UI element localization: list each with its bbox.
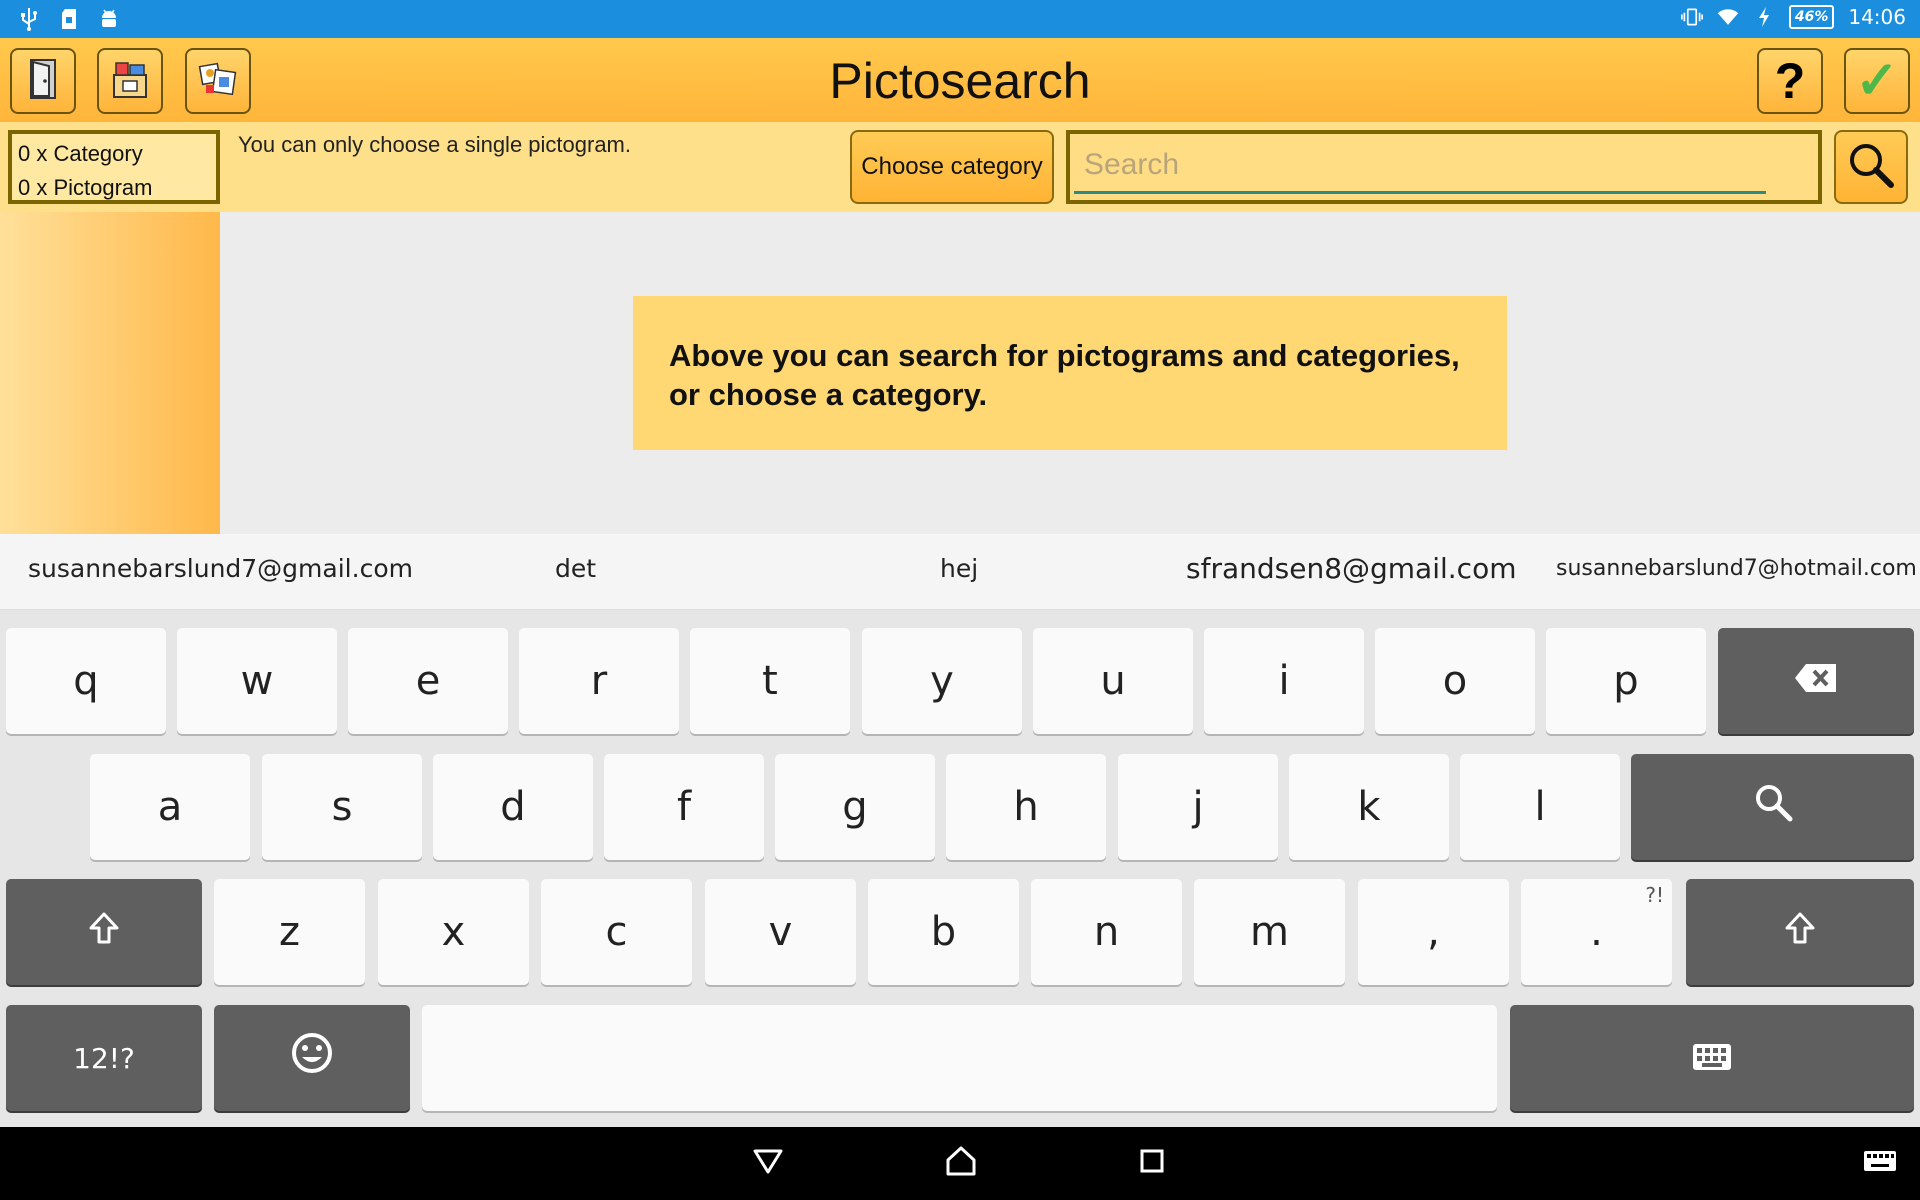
key-j[interactable]: j bbox=[1118, 754, 1278, 860]
info-line-1: Above you can search for pictograms and … bbox=[669, 338, 1460, 373]
symbols-key[interactable]: 12!? bbox=[6, 1005, 202, 1111]
filter-bar: 0 x Category 0 x Pictogram You can only … bbox=[0, 122, 1920, 212]
key-f[interactable]: f bbox=[604, 754, 764, 860]
key-a[interactable]: a bbox=[90, 754, 250, 860]
app-bar: Pictosearch ? ✓ bbox=[0, 38, 1920, 122]
emoji-key[interactable] bbox=[214, 1005, 410, 1111]
search-icon bbox=[1846, 140, 1896, 195]
key-c[interactable]: c bbox=[541, 879, 692, 985]
key-t[interactable]: t bbox=[690, 628, 850, 734]
key-i[interactable]: i bbox=[1204, 628, 1364, 734]
charging-icon bbox=[1753, 4, 1775, 30]
key-period[interactable]: . ?! bbox=[1521, 879, 1672, 985]
key-g[interactable]: g bbox=[775, 754, 935, 860]
shift-icon bbox=[88, 909, 120, 955]
suggestion-item[interactable]: det bbox=[555, 554, 596, 583]
pictogram-count: 0 x Pictogram bbox=[18, 175, 153, 200]
backspace-key[interactable] bbox=[1718, 628, 1914, 734]
key-h[interactable]: h bbox=[946, 754, 1106, 860]
clock: 14:06 bbox=[1848, 5, 1906, 29]
selection-hint: You can only choose a single pictogram. bbox=[238, 132, 631, 157]
home-icon bbox=[945, 1145, 977, 1182]
suggestion-item[interactable]: susannebarslund7@hotmail.com bbox=[1556, 556, 1917, 581]
period-alt-label: ?! bbox=[1645, 883, 1664, 907]
selection-counts: 0 x Category 0 x Pictogram bbox=[8, 130, 220, 204]
onscreen-keyboard: q w e r t y u i o p a s d f g h j k l z … bbox=[0, 610, 1920, 1127]
key-p[interactable]: p bbox=[1546, 628, 1706, 734]
vibrate-icon bbox=[1680, 4, 1703, 30]
key-o[interactable]: o bbox=[1375, 628, 1535, 734]
suggestion-item[interactable]: hej bbox=[940, 554, 978, 583]
usb-icon bbox=[18, 6, 40, 32]
key-q[interactable]: q bbox=[6, 628, 166, 734]
key-m[interactable]: m bbox=[1194, 879, 1345, 985]
key-w[interactable]: w bbox=[177, 628, 337, 734]
recents-button[interactable] bbox=[1132, 1143, 1172, 1183]
key-r[interactable]: r bbox=[519, 628, 679, 734]
space-key[interactable] bbox=[422, 1005, 1497, 1111]
info-message: Above you can search for pictograms and … bbox=[633, 296, 1507, 450]
navigation-bar bbox=[0, 1127, 1920, 1200]
home-button[interactable] bbox=[941, 1143, 981, 1183]
suggestion-item[interactable]: sfrandsen8@gmail.com bbox=[1186, 552, 1516, 585]
back-triangle-icon bbox=[752, 1147, 784, 1180]
confirm-check-icon: ✓ bbox=[1855, 52, 1899, 110]
keyboard-search-key[interactable] bbox=[1631, 754, 1914, 860]
search-box bbox=[1066, 130, 1822, 204]
recents-square-icon bbox=[1138, 1147, 1166, 1180]
choose-category-button[interactable]: Choose category bbox=[850, 130, 1054, 204]
keyboard-suggestions: susannebarslund7@gmail.com det hej sfran… bbox=[0, 534, 1920, 610]
search-icon bbox=[1753, 782, 1793, 832]
sd-card-icon bbox=[58, 6, 80, 32]
status-bar: 46% 14:06 bbox=[0, 0, 1920, 38]
help-button[interactable]: ? bbox=[1757, 48, 1823, 114]
key-e[interactable]: e bbox=[348, 628, 508, 734]
confirm-button[interactable]: ✓ bbox=[1844, 48, 1910, 114]
wifi-icon bbox=[1717, 4, 1739, 30]
key-d[interactable]: d bbox=[433, 754, 593, 860]
key-comma[interactable]: , bbox=[1358, 879, 1509, 985]
search-button[interactable] bbox=[1834, 130, 1908, 204]
info-line-2: or choose a category. bbox=[669, 377, 988, 412]
page-title: Pictosearch bbox=[829, 53, 1091, 109]
results-area: Above you can search for pictograms and … bbox=[0, 212, 1920, 534]
key-k[interactable]: k bbox=[1289, 754, 1449, 860]
shift-icon bbox=[1784, 909, 1816, 955]
battery-level: 46% bbox=[1788, 5, 1835, 29]
keyboard-icon bbox=[1692, 1035, 1732, 1081]
suggestion-item[interactable]: susannebarslund7@gmail.com bbox=[28, 554, 413, 583]
shift-key-left[interactable] bbox=[6, 879, 202, 985]
emoji-icon bbox=[290, 1031, 334, 1085]
back-button[interactable] bbox=[748, 1143, 788, 1183]
key-y[interactable]: y bbox=[862, 628, 1022, 734]
key-s[interactable]: s bbox=[262, 754, 422, 860]
keyboard-icon bbox=[1863, 1150, 1897, 1177]
category-count: 0 x Category bbox=[18, 141, 143, 166]
hide-keyboard-key[interactable] bbox=[1510, 1005, 1914, 1111]
help-icon: ? bbox=[1774, 53, 1806, 109]
android-icon bbox=[98, 6, 120, 32]
period-label: . bbox=[1590, 909, 1603, 955]
key-b[interactable]: b bbox=[868, 879, 1019, 985]
key-x[interactable]: x bbox=[378, 879, 529, 985]
key-v[interactable]: v bbox=[705, 879, 856, 985]
key-l[interactable]: l bbox=[1460, 754, 1620, 860]
key-n[interactable]: n bbox=[1031, 879, 1182, 985]
backspace-icon bbox=[1794, 658, 1838, 704]
category-sidepanel bbox=[0, 212, 220, 534]
key-u[interactable]: u bbox=[1033, 628, 1193, 734]
keyboard-switch-button[interactable] bbox=[1860, 1143, 1900, 1183]
search-input[interactable] bbox=[1074, 138, 1766, 194]
key-z[interactable]: z bbox=[214, 879, 365, 985]
shift-key-right[interactable] bbox=[1686, 879, 1914, 985]
